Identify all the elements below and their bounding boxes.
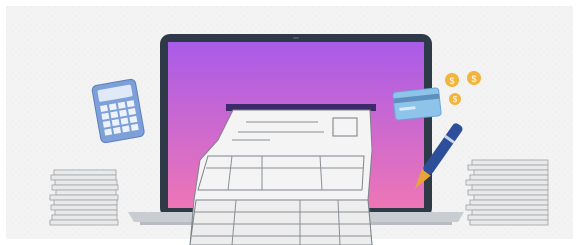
- receipt-fold: [189, 199, 373, 245]
- illustration-canvas: $ $ $: [6, 6, 573, 245]
- paper-stack-icon: [465, 159, 549, 226]
- finance-illustration: $ $ $: [0, 0, 579, 245]
- credit-card-icon: [392, 87, 442, 121]
- dollar-coin-icon: $: [467, 71, 481, 85]
- paper-stack-icon: [49, 169, 119, 226]
- coin-symbol: $: [471, 74, 476, 84]
- calculator-icon: [91, 78, 145, 144]
- dollar-coin-icon: $: [445, 73, 459, 87]
- coin-symbol: $: [449, 76, 454, 86]
- laptop-camera: [293, 37, 299, 39]
- coin-symbol: $: [453, 95, 458, 104]
- dollar-coin-icon: $: [449, 93, 461, 105]
